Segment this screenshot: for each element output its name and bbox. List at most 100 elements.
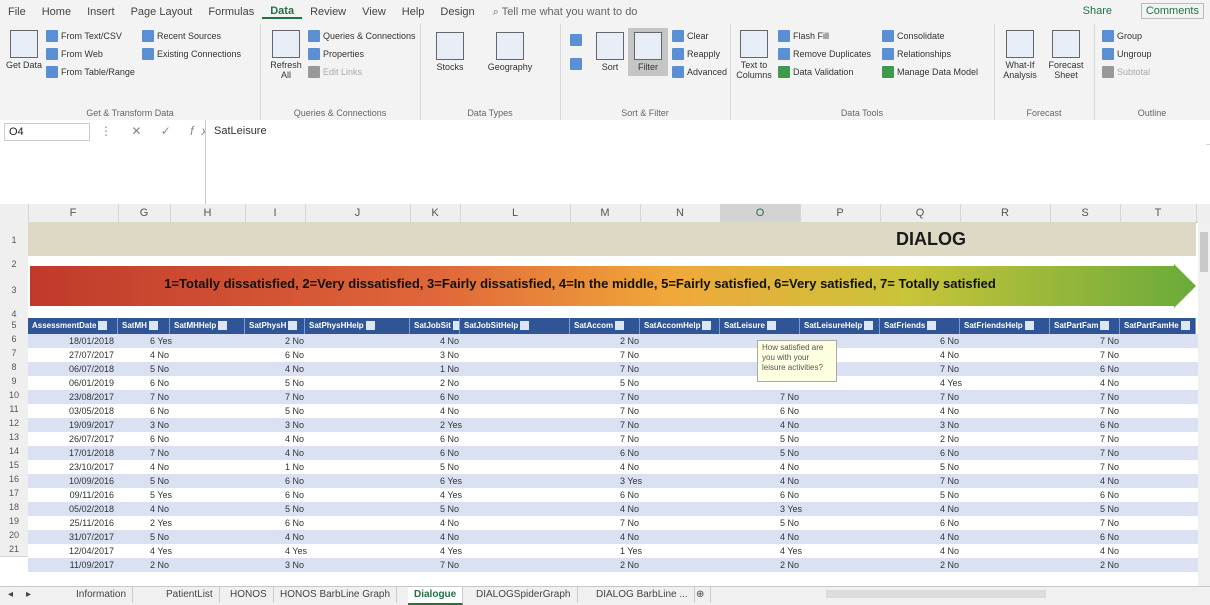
table-cell[interactable]: 06/01/2019 xyxy=(32,376,114,390)
data-validation-button[interactable]: Data Validation xyxy=(778,66,853,78)
forecast-sheet-button[interactable]: Forecast Sheet xyxy=(1046,30,1086,80)
table-cell[interactable]: 5 No xyxy=(150,474,242,488)
filter-dropdown-icon[interactable] xyxy=(365,321,375,331)
properties-button[interactable]: Properties xyxy=(308,48,364,60)
menu-formulas[interactable]: Formulas xyxy=(200,6,262,18)
table-cell[interactable]: 11/09/2017 xyxy=(32,558,114,572)
queries-connections-button[interactable]: Queries & Connections xyxy=(308,30,416,42)
row-number-3[interactable]: 3 xyxy=(0,270,28,311)
table-cell[interactable]: 6 No xyxy=(1100,362,1210,376)
table-cell[interactable]: 6 No xyxy=(620,488,730,502)
table-cell[interactable]: 3 No xyxy=(285,418,385,432)
table-cell[interactable]: 6 No xyxy=(285,474,385,488)
table-cell[interactable]: 1 No xyxy=(440,362,530,376)
reapply-button[interactable]: Reapply xyxy=(672,48,720,60)
table-cell[interactable]: 7 No xyxy=(940,390,1060,404)
table-cell[interactable]: 6 No xyxy=(940,446,1060,460)
table-header-sataccomhelp[interactable]: SatAccomHelp xyxy=(640,318,720,334)
table-cell[interactable]: 3 No xyxy=(440,348,530,362)
table-cell[interactable]: 03/05/2018 xyxy=(32,404,114,418)
table-cell[interactable]: 4 Yes xyxy=(440,544,530,558)
table-cell[interactable]: 4 Yes xyxy=(440,488,530,502)
table-cell[interactable]: 26/07/2017 xyxy=(32,432,114,446)
tab-information[interactable]: Information xyxy=(70,587,134,603)
advanced-button[interactable]: Advanced xyxy=(672,66,727,78)
table-header-satmhhelp[interactable]: SatMHHelp xyxy=(170,318,245,334)
filter-dropdown-icon[interactable] xyxy=(1180,321,1190,331)
table-header-satphysh[interactable]: SatPhysH xyxy=(245,318,305,334)
table-header-satmh[interactable]: SatMH xyxy=(118,318,170,334)
column-header-k[interactable]: K xyxy=(410,204,461,222)
from-web-button[interactable]: From Web xyxy=(46,48,103,60)
table-cell[interactable]: 4 No xyxy=(285,530,385,544)
filter-dropdown-icon[interactable] xyxy=(148,321,158,331)
menu-file[interactable]: File xyxy=(0,6,34,18)
row-number-6[interactable]: 6 xyxy=(0,332,28,347)
sort-button[interactable]: Sort xyxy=(590,32,630,72)
table-cell[interactable]: 10/09/2016 xyxy=(32,474,114,488)
table-cell[interactable]: 6 No xyxy=(440,432,530,446)
table-cell[interactable]: 18/01/2018 xyxy=(32,334,114,348)
table-cell[interactable]: 7 No xyxy=(620,390,730,404)
column-header-s[interactable]: S xyxy=(1050,204,1121,222)
share-button[interactable]: Share xyxy=(1083,5,1112,17)
filter-dropdown-icon[interactable] xyxy=(1100,321,1110,331)
filter-dropdown-icon[interactable] xyxy=(218,321,228,331)
tab-dialogspidergraph[interactable]: DIALOGSpiderGraph xyxy=(470,587,578,603)
table-cell[interactable]: 12/04/2017 xyxy=(32,544,114,558)
column-header-i[interactable]: I xyxy=(245,204,306,222)
table-cell[interactable]: 4 No xyxy=(620,502,730,516)
row-number-16[interactable]: 16 xyxy=(0,472,28,487)
menu-home[interactable]: Home xyxy=(34,6,79,18)
table-cell[interactable]: 2 No xyxy=(150,558,242,572)
column-header-q[interactable]: Q xyxy=(880,204,961,222)
subtotal-button[interactable]: Subtotal xyxy=(1102,66,1150,78)
table-cell[interactable]: 3 No xyxy=(150,418,242,432)
table-cell[interactable]: 7 No xyxy=(620,362,730,376)
table-cell[interactable]: 5 No xyxy=(940,488,1060,502)
table-cell[interactable]: 4 No xyxy=(285,446,385,460)
sort-za-button[interactable] xyxy=(570,58,582,70)
filter-dropdown-icon[interactable] xyxy=(288,321,298,331)
table-cell[interactable]: 7 No xyxy=(1100,460,1210,474)
table-cell[interactable]: 5 No xyxy=(150,530,242,544)
recent-sources-button[interactable]: Recent Sources xyxy=(142,30,221,42)
row-number-15[interactable]: 15 xyxy=(0,458,28,473)
table-cell[interactable]: 6 No xyxy=(285,488,385,502)
menu-help[interactable]: Help xyxy=(394,6,433,18)
table-cell[interactable]: 2 No xyxy=(285,334,385,348)
row-number-1[interactable]: 1 xyxy=(0,222,28,259)
table-cell[interactable]: 4 No xyxy=(1100,376,1210,390)
table-cell[interactable]: 3 No xyxy=(285,558,385,572)
stocks-button[interactable]: Stocks xyxy=(430,32,470,72)
table-cell[interactable]: 7 No xyxy=(1100,516,1210,530)
table-cell[interactable]: 5 No xyxy=(440,502,530,516)
refresh-all-button[interactable]: Refresh All xyxy=(266,30,306,80)
table-cell[interactable]: 6 Yes xyxy=(150,334,242,348)
table-cell[interactable]: 4 No xyxy=(285,432,385,446)
select-all-corner[interactable] xyxy=(0,204,29,222)
menu-view[interactable]: View xyxy=(354,6,394,18)
table-cell[interactable]: 5 No xyxy=(285,376,385,390)
table-cell[interactable]: 4 No xyxy=(620,530,730,544)
table-cell[interactable]: 7 No xyxy=(1100,348,1210,362)
filter-dropdown-icon[interactable] xyxy=(452,321,459,331)
tab-dialogue[interactable]: Dialogue xyxy=(408,587,464,605)
table-cell[interactable]: 7 No xyxy=(940,362,1060,376)
filter-dropdown-icon[interactable] xyxy=(927,321,937,331)
table-header-assessmentdate[interactable]: AssessmentDate xyxy=(28,318,118,334)
table-cell[interactable]: 7 No xyxy=(620,432,730,446)
text-to-columns-button[interactable]: Text to Columns xyxy=(734,30,774,80)
table-cell[interactable]: 5 No xyxy=(285,502,385,516)
table-cell[interactable]: 4 No xyxy=(940,404,1060,418)
table-header-satfriends[interactable]: SatFriends xyxy=(880,318,960,334)
table-cell[interactable]: 6 No xyxy=(1100,530,1210,544)
row-number-20[interactable]: 20 xyxy=(0,528,28,543)
table-header-satpartfam[interactable]: SatPartFam xyxy=(1050,318,1120,334)
table-cell[interactable]: 2 No xyxy=(620,558,730,572)
table-header-sataccom[interactable]: SatAccom xyxy=(570,318,640,334)
filter-button[interactable]: Filter xyxy=(628,28,668,76)
table-cell[interactable]: 7 No xyxy=(150,390,242,404)
table-cell[interactable]: 17/01/2018 xyxy=(32,446,114,460)
table-cell[interactable]: 4 No xyxy=(440,404,530,418)
